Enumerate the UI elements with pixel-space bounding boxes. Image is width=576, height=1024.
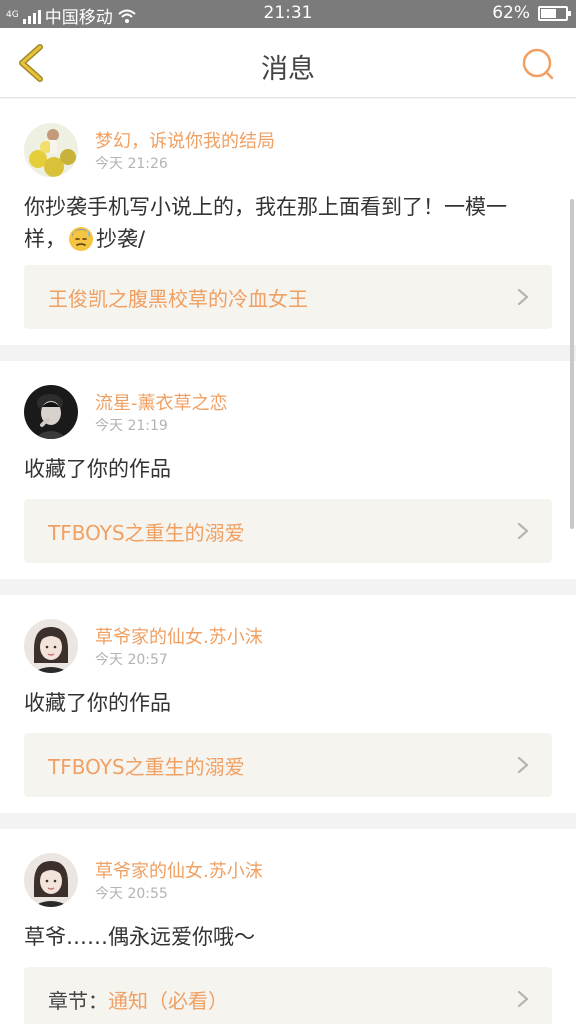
- avatar-girl-icon: [24, 619, 78, 673]
- avatar-boy-icon: [24, 385, 78, 439]
- chapter-link[interactable]: 章节：通知（必看）: [24, 967, 552, 1024]
- battery-percent: 62%: [492, 3, 530, 23]
- status-right: 62%: [492, 3, 571, 23]
- avatar-flowers-icon: [24, 123, 78, 177]
- message-text-part: 草爷……偶永远爱你哦～: [24, 925, 255, 949]
- message-text: 收藏了你的作品: [24, 687, 548, 719]
- message-text: 你抄袭手机写小说上的，我在那上面看到了！一模一样， 抄袭/: [24, 191, 548, 255]
- chevron-right-icon: [517, 756, 529, 774]
- chevron-right-icon: [517, 990, 529, 1008]
- battery-level: [541, 8, 556, 18]
- avatar[interactable]: [24, 123, 78, 177]
- sender-name[interactable]: 草爷家的仙女.苏小沫: [95, 857, 263, 883]
- chevron-right-icon: [517, 522, 529, 540]
- message-card: 草爷家的仙女.苏小沫 今天 20:57 收藏了你的作品 TFBOYS之重生的溺爱: [0, 595, 576, 813]
- avatar[interactable]: [24, 619, 78, 673]
- search-icon[interactable]: [520, 46, 556, 82]
- scrollbar[interactable]: [570, 199, 574, 529]
- message-text: 收藏了你的作品: [24, 453, 548, 485]
- message-list[interactable]: 梦幻，诉说你我的结局 今天 21:26 你抄袭手机写小说上的，我在那上面看到了！…: [0, 99, 576, 1024]
- work-title: TFBOYS之重生的溺爱: [48, 755, 245, 779]
- page-title: 消息: [261, 54, 315, 85]
- message-card: 流星-薰衣草之恋 今天 21:19 收藏了你的作品 TFBOYS之重生的溺爱: [0, 361, 576, 579]
- work-link[interactable]: TFBOYS之重生的溺爱: [24, 499, 552, 563]
- work-title: TFBOYS之重生的溺爱: [48, 521, 245, 545]
- work-link[interactable]: TFBOYS之重生的溺爱: [24, 733, 552, 797]
- sweat-emoji-icon: [69, 227, 93, 251]
- message-text: 草爷……偶永远爱你哦～: [24, 921, 548, 953]
- work-link[interactable]: 王俊凯之腹黑校草的冷血女王: [24, 265, 552, 329]
- status-time: 21:31: [263, 3, 313, 23]
- message-time: 今天 21:26: [95, 156, 168, 172]
- message-text-part: 抄袭/: [96, 227, 146, 251]
- message-card: 梦幻，诉说你我的结局 今天 21:26 你抄袭手机写小说上的，我在那上面看到了！…: [0, 99, 576, 345]
- nav-bar: 消息: [0, 28, 576, 98]
- message-time: 今天 20:57: [95, 652, 168, 668]
- sender-name[interactable]: 流星-薰衣草之恋: [95, 389, 228, 415]
- battery-icon: [538, 5, 571, 21]
- chapter-name: 通知（必看）: [108, 989, 228, 1013]
- status-bar: 4G 中国移动 21:31 62%: [0, 0, 576, 28]
- message-text-part: 收藏了你的作品: [24, 457, 171, 481]
- work-title: 王俊凯之腹黑校草的冷血女王: [48, 287, 308, 311]
- message-text-part: 收藏了你的作品: [24, 691, 171, 715]
- sender-name[interactable]: 草爷家的仙女.苏小沫: [95, 623, 263, 649]
- message-time: 今天 20:55: [95, 886, 168, 902]
- sender-name[interactable]: 梦幻，诉说你我的结局: [95, 127, 275, 153]
- avatar-girl-icon: [24, 853, 78, 907]
- message-card: 草爷家的仙女.苏小沫 今天 20:55 草爷……偶永远爱你哦～ 章节：通知（必看…: [0, 829, 576, 1024]
- chapter-title: 章节：通知（必看）: [48, 985, 228, 1014]
- chapter-prefix: 章节：: [48, 989, 108, 1013]
- chevron-right-icon: [517, 288, 529, 306]
- avatar[interactable]: [24, 385, 78, 439]
- avatar[interactable]: [24, 853, 78, 907]
- message-time: 今天 21:19: [95, 418, 168, 434]
